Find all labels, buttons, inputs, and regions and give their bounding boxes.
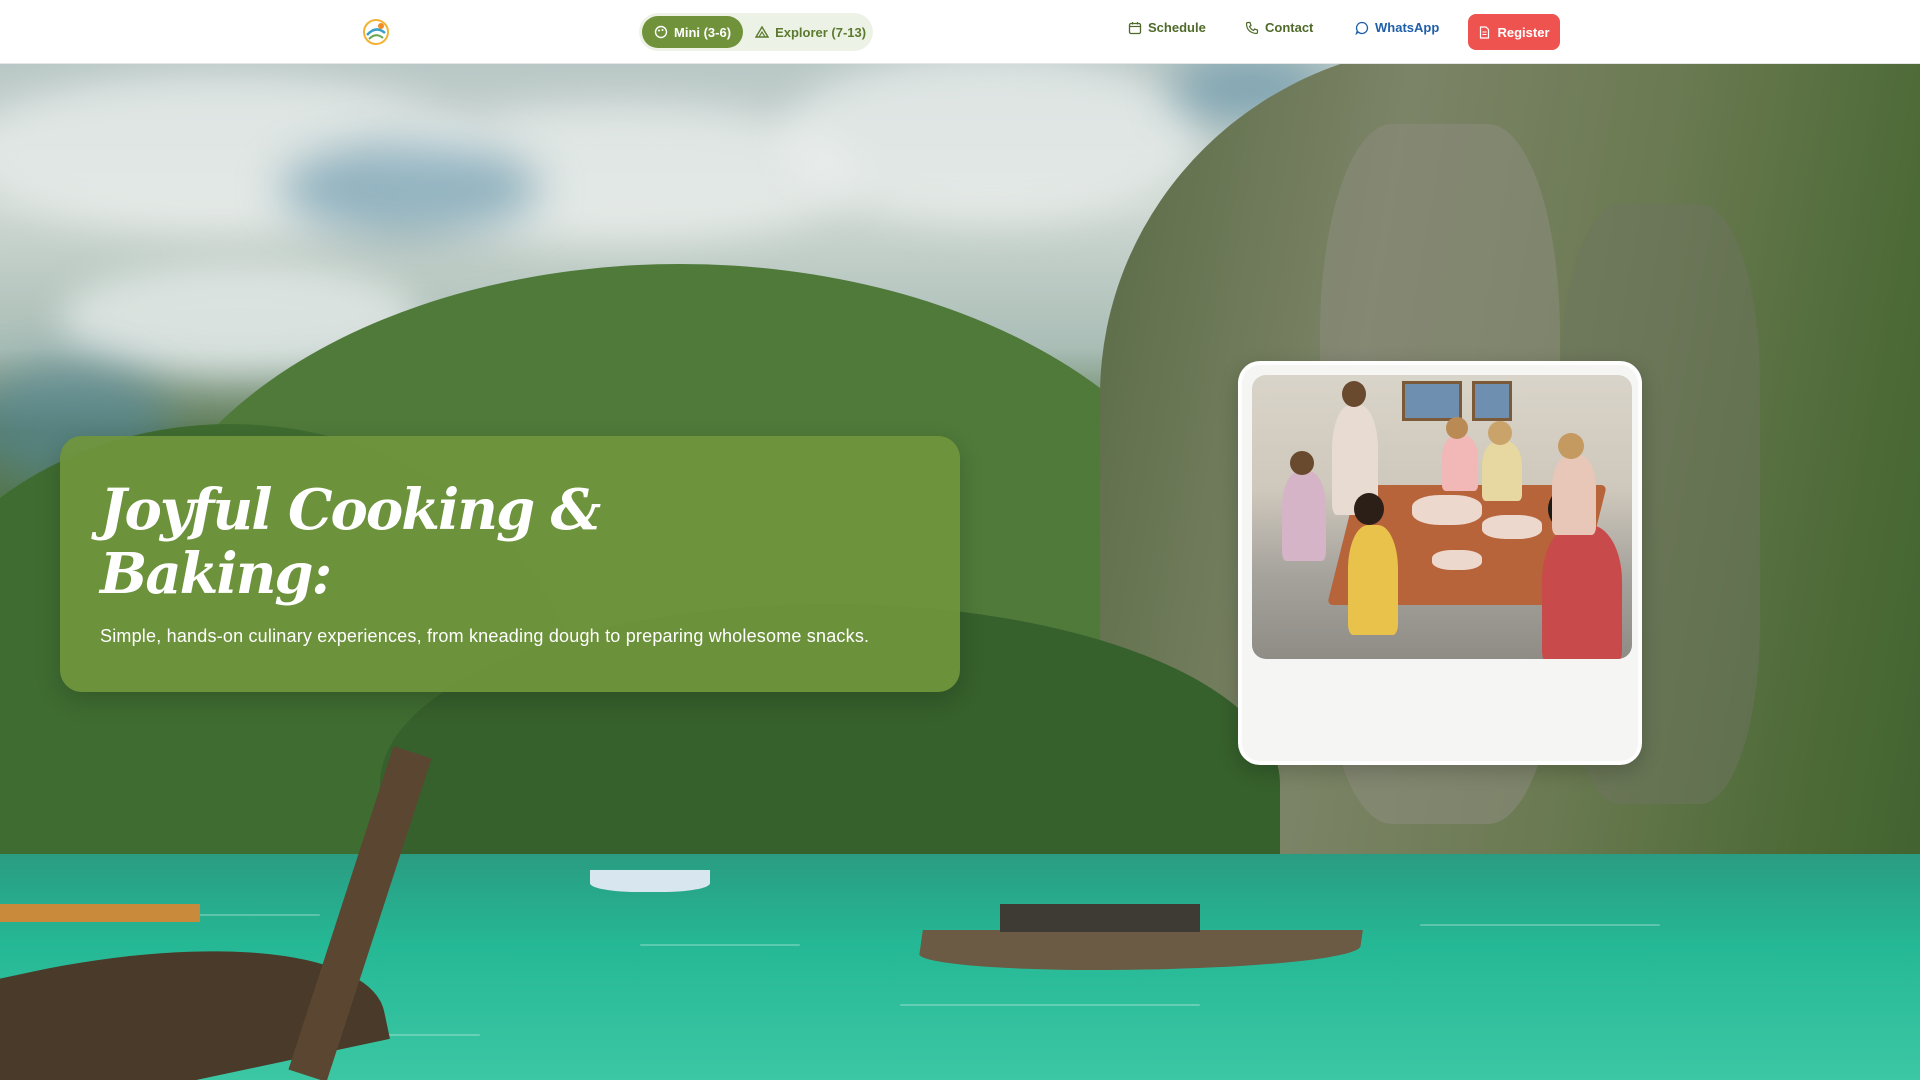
age-group-switch: Mini (3-6) Explorer (7-13) [639, 13, 873, 51]
top-navbar: Mini (3-6) Explorer (7-13) Schedule Cont… [0, 0, 1920, 64]
palette-icon [654, 25, 668, 39]
hero-title: Joyful Cooking & Baking: [100, 477, 601, 607]
nav-schedule-link[interactable]: Schedule [1128, 20, 1206, 35]
hero-card: Joyful Cooking & Baking: Simple, hands-o… [60, 436, 960, 692]
cooking-class-photo [1252, 375, 1632, 659]
nav-whatsapp-link[interactable]: WhatsApp [1355, 20, 1439, 35]
age-tab-mini[interactable]: Mini (3-6) [642, 16, 744, 48]
register-label: Register [1497, 24, 1550, 40]
nav-whatsapp-label: WhatsApp [1375, 20, 1440, 35]
age-tab-explorer-label: Explorer (7-13) [775, 24, 867, 40]
register-button[interactable]: Register [1468, 14, 1560, 50]
activity-photo-card [1238, 361, 1642, 765]
age-tab-mini-label: Mini (3-6) [674, 24, 732, 40]
nav-contact-label: Contact [1265, 20, 1314, 35]
hero-subtitle: Simple, hands-on culinary experiences, f… [100, 626, 870, 646]
sun-swirl-logo-icon[interactable] [361, 17, 391, 47]
document-icon [1480, 25, 1490, 39]
nav-schedule-label: Schedule [1148, 20, 1206, 35]
mountain-icon [755, 25, 770, 38]
age-tab-explorer[interactable]: Explorer (7-13) [743, 16, 878, 48]
phone-icon [1245, 21, 1259, 34]
nav-contact-link[interactable]: Contact [1245, 20, 1313, 35]
chat-bubble-icon [1355, 21, 1369, 35]
calendar-icon [1128, 21, 1142, 34]
